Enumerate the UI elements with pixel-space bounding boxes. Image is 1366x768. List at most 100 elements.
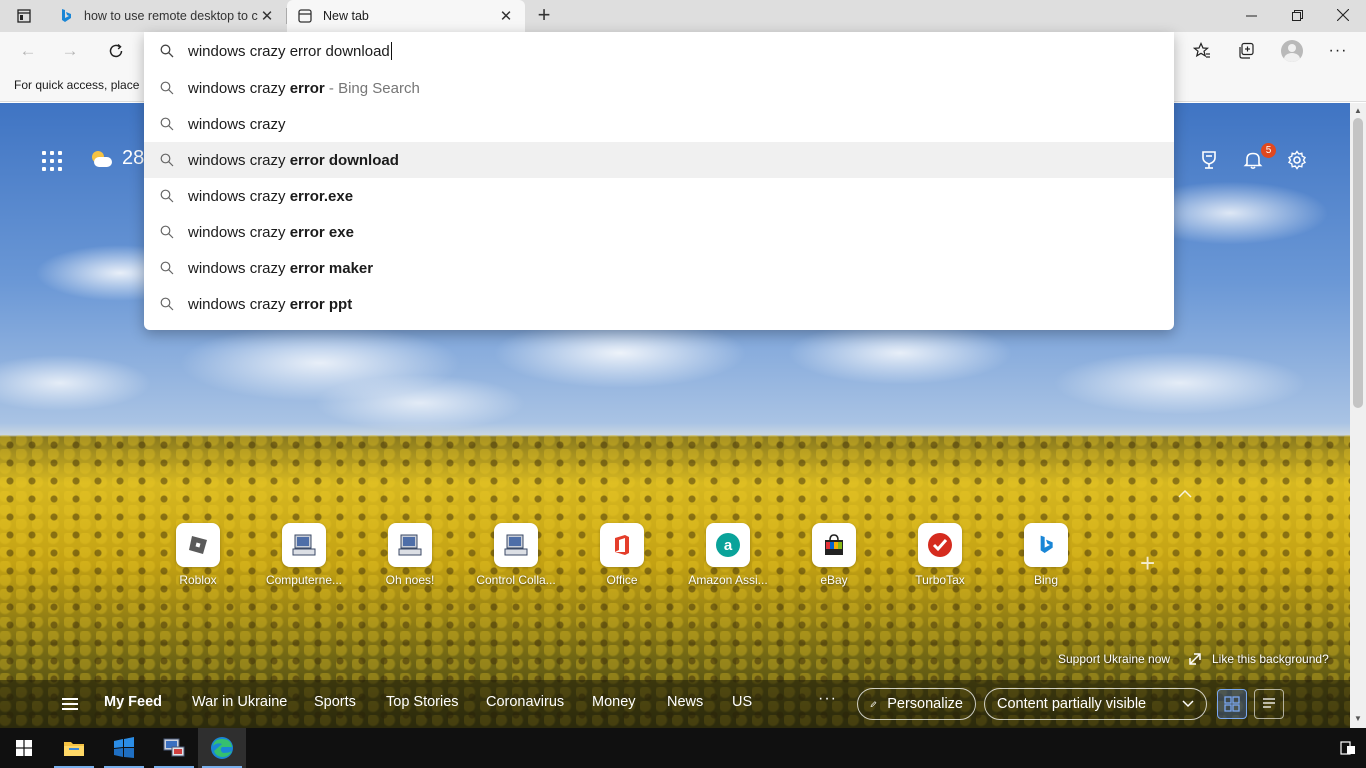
new-tab-favicon-icon (297, 8, 313, 24)
pencil-icon (870, 701, 877, 707)
tab-remote-desktop[interactable]: how to use remote desktop to co ✕ (48, 0, 286, 32)
feed-tab-top-stories[interactable]: Top Stories (386, 694, 459, 710)
scroll-down-arrow-icon[interactable]: ▼ (1353, 714, 1363, 724)
settings-more-icon[interactable]: ··· (1324, 37, 1352, 65)
computer-icon (282, 523, 326, 567)
list-icon (1263, 698, 1275, 708)
forward-arrow-icon[interactable]: → (56, 37, 84, 65)
partly-cloudy-icon (90, 149, 114, 169)
computer-icon (494, 523, 538, 567)
notification-count-badge: 5 (1261, 143, 1276, 158)
grid-layout-button[interactable] (1217, 689, 1247, 719)
suggestion-item[interactable]: windows crazy (144, 106, 1174, 142)
tab-title: how to use remote desktop to co (84, 9, 258, 23)
tab-title: New tab (323, 9, 369, 23)
windows-taskbar (0, 728, 1366, 768)
search-icon (159, 80, 175, 96)
scrollbar-thumb[interactable] (1353, 118, 1363, 408)
feed-tab-money[interactable]: Money (592, 694, 636, 710)
taskbar-remote-desktop[interactable] (150, 728, 198, 768)
feed-tab-coronavirus[interactable]: Coronavirus (486, 694, 564, 710)
favorites-icon[interactable] (1188, 37, 1216, 65)
taskbar-edge[interactable] (198, 728, 246, 768)
feed-tab-my-feed[interactable]: My Feed (104, 694, 162, 710)
quick-link-oh-noes[interactable]: Oh noes! (362, 523, 458, 587)
menu-hamburger-icon[interactable] (62, 698, 78, 710)
avatar (1281, 40, 1303, 62)
quick-link-bing[interactable]: Bing (998, 523, 1094, 587)
suggestion-item[interactable]: windows crazy error - Bing Search (144, 70, 1174, 106)
quick-link-turbotax[interactable]: TurboTax (892, 523, 988, 587)
back-arrow-icon[interactable]: ← (14, 37, 42, 65)
turbotax-icon (918, 523, 962, 567)
personalize-button[interactable]: Personalize (857, 688, 976, 720)
feed-tab-war-in-ukraine[interactable]: War in Ukraine (192, 694, 287, 710)
search-icon (159, 43, 175, 59)
support-ukraine-link[interactable]: Support Ukraine now (1058, 652, 1170, 666)
search-icon (159, 296, 175, 312)
new-tab-plus-icon[interactable]: + (532, 4, 556, 28)
suggestion-item[interactable]: windows crazy error ppt (144, 286, 1174, 322)
search-icon (159, 260, 175, 276)
minimize-icon[interactable] (1228, 0, 1274, 30)
roblox-icon (176, 523, 220, 567)
search-icon (159, 224, 175, 240)
feed-tab-us[interactable]: US (732, 694, 752, 710)
close-window-icon[interactable] (1320, 0, 1366, 30)
tab-strip: how to use remote desktop to co ✕ New ta… (0, 0, 1366, 32)
expand-arrow-icon (1189, 653, 1201, 665)
refresh-icon[interactable] (102, 37, 130, 65)
page-scrollbar[interactable]: ▲ ▼ (1350, 103, 1366, 728)
address-bar[interactable]: windows crazy error download (144, 33, 1174, 69)
edge-icon (211, 737, 233, 759)
profile-avatar[interactable] (1278, 37, 1306, 65)
quick-link-amazon-assistant[interactable]: a Amazon Assi... (680, 523, 776, 587)
collections-icon[interactable] (1232, 37, 1260, 65)
quick-link-roblox[interactable]: Roblox (150, 523, 246, 587)
suggestion-item-selected[interactable]: windows crazy error download (144, 142, 1174, 178)
quick-link-ebay[interactable]: eBay (786, 523, 882, 587)
text-caret (390, 42, 392, 60)
computer-icon (388, 523, 432, 567)
like-background-link[interactable]: Like this background? (1188, 652, 1329, 666)
content-visibility-dropdown[interactable]: Content partially visible (984, 688, 1207, 720)
action-center-icon (1340, 741, 1355, 755)
more-feed-tabs-button[interactable]: ··· (818, 690, 837, 708)
list-layout-button[interactable] (1254, 689, 1284, 719)
close-tab-icon[interactable]: ✕ (497, 7, 515, 25)
weather-widget[interactable]: 28 (90, 147, 144, 170)
taskbar-file-explorer[interactable] (50, 728, 98, 768)
address-input[interactable]: windows crazy error download (188, 43, 390, 60)
quick-link-computerne[interactable]: Computerne... (256, 523, 352, 587)
restore-icon[interactable] (1274, 0, 1320, 30)
feed-tab-news[interactable]: News (667, 694, 703, 710)
search-icon (159, 152, 175, 168)
tab-new-tab[interactable]: New tab ✕ (287, 0, 525, 32)
quick-link-office[interactable]: Office (574, 523, 670, 587)
windows-logo-icon (16, 740, 32, 756)
app-launcher-icon[interactable] (40, 149, 64, 173)
search-icon (159, 188, 175, 204)
rewards-icon[interactable] (1196, 147, 1222, 173)
remote-desktop-icon (163, 738, 185, 757)
chevron-up-icon[interactable] (1178, 485, 1192, 501)
scroll-up-arrow-icon[interactable]: ▲ (1353, 106, 1363, 116)
windows-flag-icon (114, 737, 134, 758)
favorites-bar-hint: For quick access, place y (14, 78, 142, 92)
tab-actions-button[interactable] (10, 6, 38, 26)
add-quick-link-plus-icon[interactable]: + (1140, 548, 1155, 579)
quick-link-control-colla[interactable]: Control Colla... (468, 523, 564, 587)
taskbar-windows-app[interactable] (100, 728, 148, 768)
svg-text:a: a (724, 537, 733, 554)
page-settings-gear-icon[interactable] (1284, 147, 1310, 173)
chevron-down-icon (1182, 700, 1194, 708)
search-icon (159, 116, 175, 132)
suggestion-item[interactable]: windows crazy error exe (144, 214, 1174, 250)
start-button[interactable] (0, 728, 48, 768)
taskbar-notification-area[interactable] (1330, 728, 1366, 768)
feed-tab-sports[interactable]: Sports (314, 694, 356, 710)
suggestion-item[interactable]: windows crazy error maker (144, 250, 1174, 286)
suggestion-item[interactable]: windows crazy error.exe (144, 178, 1174, 214)
bing-icon (1024, 523, 1068, 567)
close-tab-icon[interactable]: ✕ (258, 7, 276, 25)
